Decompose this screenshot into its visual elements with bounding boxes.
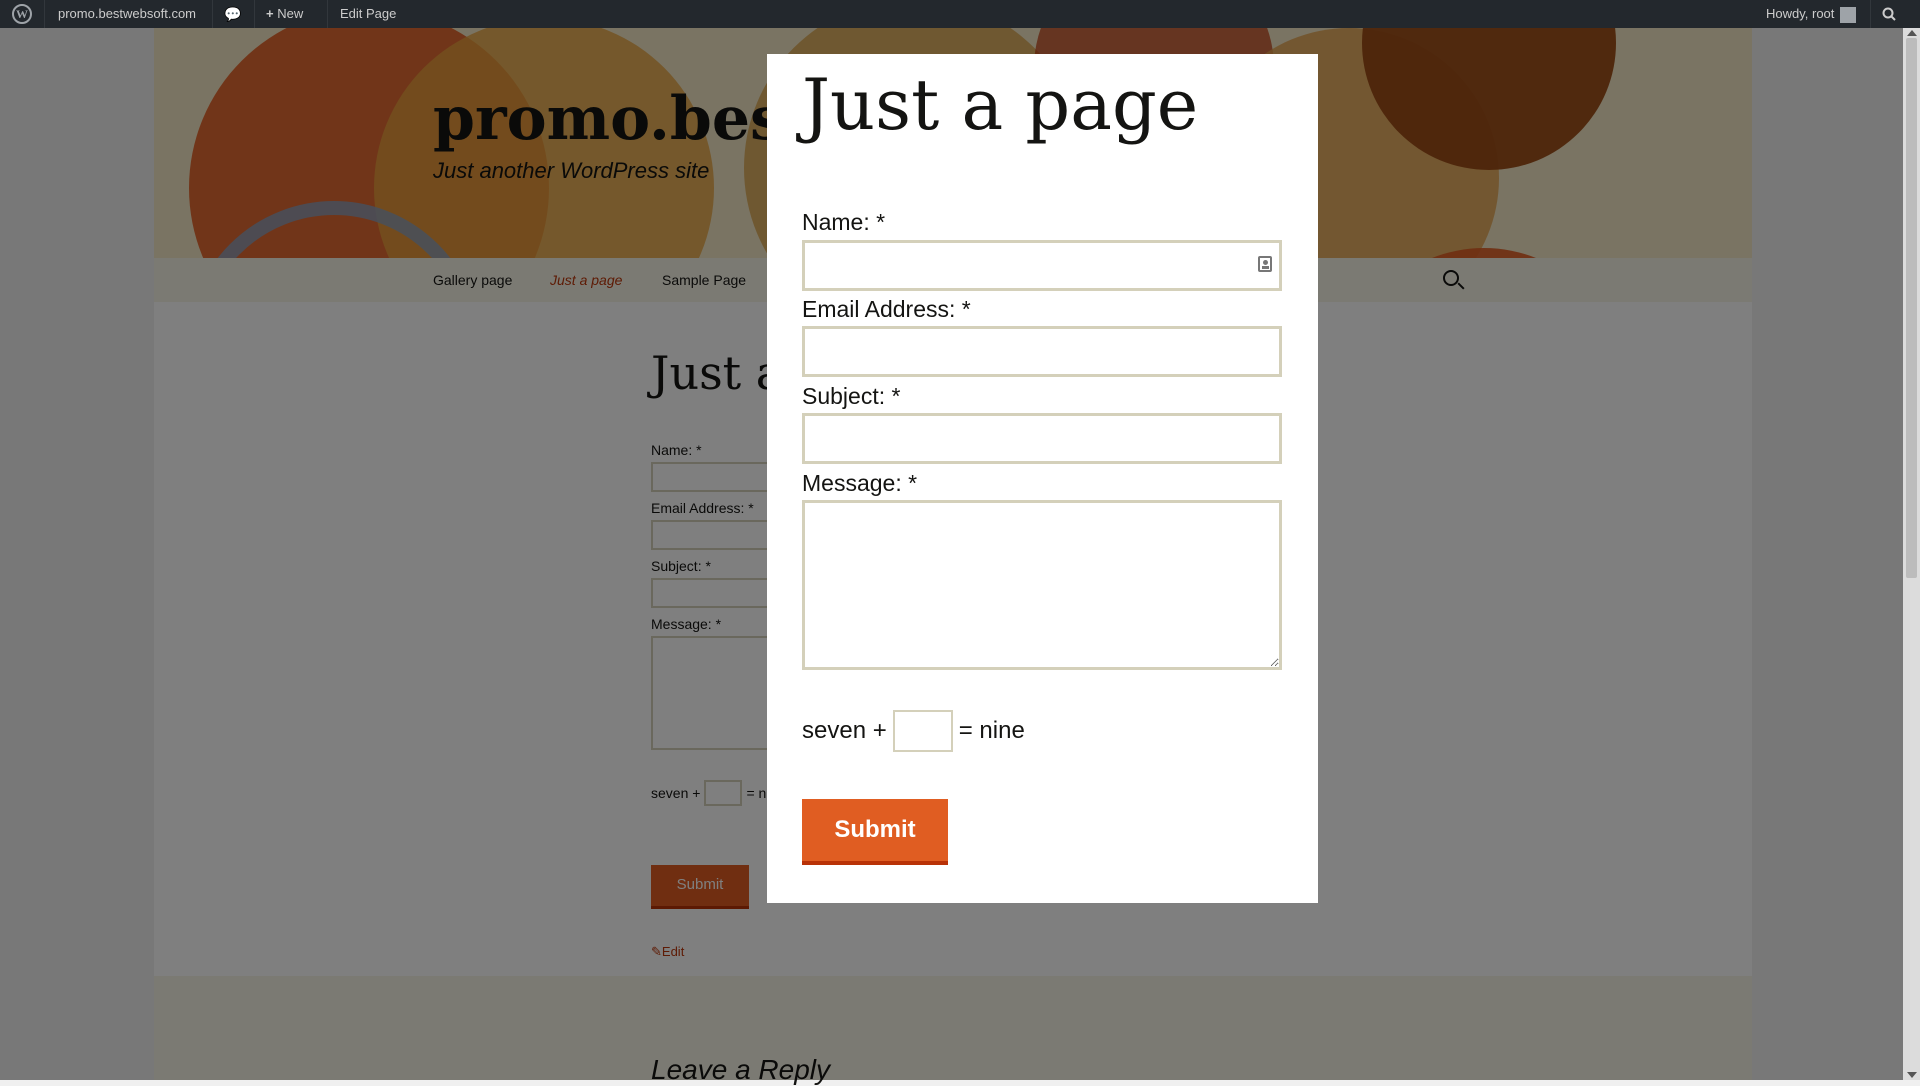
edit-page-link[interactable]: Edit Page bbox=[340, 0, 396, 28]
admin-site-name-link[interactable]: promo.bestwebsoft.com bbox=[58, 0, 196, 28]
submit-button[interactable]: Submit bbox=[802, 799, 948, 865]
message-field[interactable] bbox=[802, 500, 1282, 670]
captcha-right: = nine bbox=[958, 717, 1025, 744]
new-content-button[interactable]: + New bbox=[266, 0, 303, 28]
scrollbar-thumb[interactable] bbox=[1906, 38, 1917, 578]
plus-icon: + bbox=[266, 6, 274, 21]
contact-form-modal: Just a page Name: * Email Address: * Sub… bbox=[767, 54, 1318, 903]
admin-bar: W promo.bestwebsoft.com 💬 + New Edit Pag… bbox=[0, 0, 1920, 28]
email-label: Email Address: * bbox=[802, 296, 971, 322]
new-label: New bbox=[277, 6, 304, 21]
comments-icon[interactable]: 💬 bbox=[224, 0, 241, 28]
account-menu[interactable]: Howdy, root bbox=[1766, 0, 1857, 28]
captcha-input[interactable] bbox=[892, 710, 953, 752]
vertical-scrollbar[interactable] bbox=[1903, 28, 1920, 1080]
captcha-left: seven + bbox=[802, 717, 887, 744]
avatar bbox=[1840, 6, 1857, 23]
wordpress-logo-icon[interactable]: W bbox=[10, 0, 36, 28]
howdy-label: Howdy, root bbox=[1766, 6, 1835, 21]
subject-field[interactable] bbox=[802, 413, 1282, 464]
modal-title: Just a page bbox=[802, 64, 1199, 146]
admin-search-icon[interactable] bbox=[1882, 0, 1902, 28]
name-label: Name: * bbox=[802, 209, 886, 235]
subject-label: Subject: * bbox=[802, 383, 901, 409]
captcha-row: seven + = nine bbox=[802, 709, 1025, 753]
email-field[interactable] bbox=[802, 326, 1282, 377]
name-field[interactable] bbox=[802, 240, 1282, 291]
scroll-up-icon[interactable] bbox=[1907, 30, 1917, 36]
scroll-down-icon[interactable] bbox=[1907, 1072, 1917, 1078]
message-label: Message: * bbox=[802, 470, 918, 496]
contact-card-icon[interactable] bbox=[1258, 256, 1272, 272]
